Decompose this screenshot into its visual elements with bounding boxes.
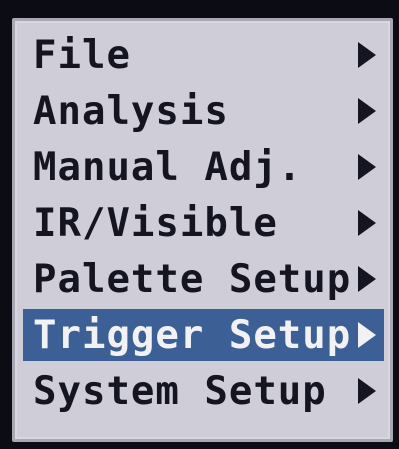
menu-item-label: IR/Visible (33, 200, 278, 246)
menu-item-system-setup[interactable]: System Setup (23, 365, 384, 417)
chevron-right-icon (358, 322, 376, 348)
menu-item-label: System Setup (33, 368, 327, 414)
menu-item-analysis[interactable]: Analysis (23, 85, 384, 137)
chevron-right-icon (358, 154, 376, 180)
menu-item-palette-setup[interactable]: Palette Setup (23, 253, 384, 305)
chevron-right-icon (358, 266, 376, 292)
main-menu: File Analysis Manual Adj. IR/Visible Pal… (12, 18, 393, 442)
menu-item-label: Analysis (33, 88, 229, 134)
chevron-right-icon (358, 98, 376, 124)
menu-item-trigger-setup[interactable]: Trigger Setup (23, 309, 384, 361)
menu-item-label: File (33, 32, 131, 78)
menu-item-label: Palette Setup (33, 256, 352, 302)
menu-item-ir-visible[interactable]: IR/Visible (23, 197, 384, 249)
menu-item-label: Manual Adj. (33, 144, 303, 190)
menu-item-manual-adj[interactable]: Manual Adj. (23, 141, 384, 193)
chevron-right-icon (358, 210, 376, 236)
menu-item-file[interactable]: File (23, 29, 384, 81)
chevron-right-icon (358, 42, 376, 68)
screen-frame: File Analysis Manual Adj. IR/Visible Pal… (0, 0, 399, 449)
chevron-right-icon (358, 378, 376, 404)
menu-item-label: Trigger Setup (33, 312, 352, 358)
